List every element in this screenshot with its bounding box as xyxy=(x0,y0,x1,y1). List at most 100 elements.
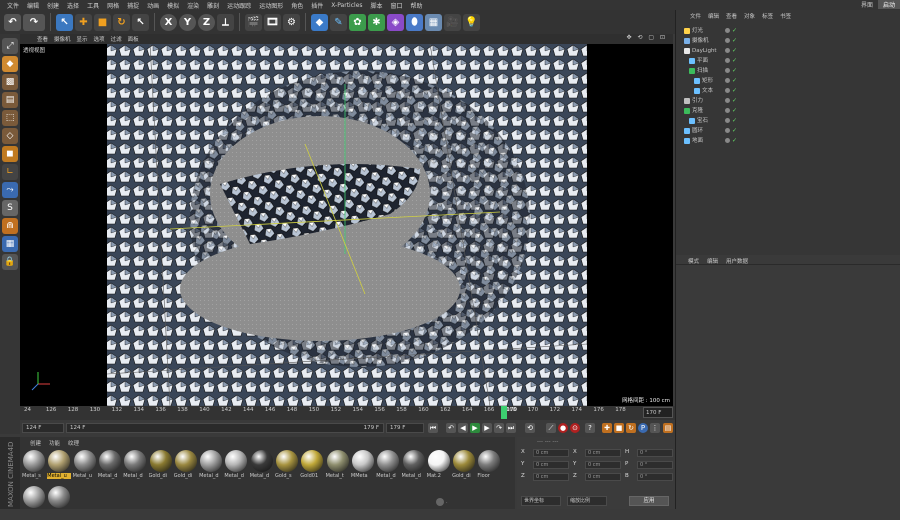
go-to-start-icon[interactable]: ⏮ xyxy=(428,423,438,433)
menu-item[interactable]: 网格 xyxy=(103,1,123,10)
play-icon[interactable]: ▶ xyxy=(470,423,480,433)
coord-value-field[interactable]: 0 cm xyxy=(533,473,569,481)
end-frame-field[interactable]: 179 F xyxy=(386,423,424,433)
visibility-dot-icon[interactable] xyxy=(725,38,730,43)
menu-item[interactable]: 运动图形 xyxy=(255,1,287,10)
key-pla-icon[interactable]: ⋮ xyxy=(650,423,660,433)
material-swatch[interactable]: Mat.2 xyxy=(427,450,451,484)
visibility-dot-icon[interactable] xyxy=(725,98,730,103)
enabled-check-icon[interactable]: ✓ xyxy=(732,66,737,76)
menu-item[interactable]: 渲染 xyxy=(183,1,203,10)
current-frame-field[interactable]: 170 F xyxy=(643,407,673,418)
visibility-dot-icon[interactable] xyxy=(725,118,730,123)
render-settings-icon[interactable]: ⚙ xyxy=(283,13,300,31)
object-row[interactable]: 平面 ✓ xyxy=(676,56,900,66)
material-swatch[interactable]: Metal_u xyxy=(47,450,72,484)
menu-item[interactable]: 捕捉 xyxy=(123,1,143,10)
menu-item[interactable]: 帮助 xyxy=(407,1,427,10)
record-icon[interactable]: ● xyxy=(558,423,568,433)
object-name[interactable]: 宝石 xyxy=(697,116,708,126)
material-swatch[interactable]: Floor xyxy=(477,450,501,484)
make-editable-icon[interactable]: ⤢ xyxy=(2,38,18,54)
material-swatch[interactable]: Metal_d xyxy=(123,450,147,484)
start-frame-field[interactable]: 124 F xyxy=(22,423,64,433)
render-picture-viewer-icon[interactable]: 🎞 xyxy=(264,13,281,31)
viewport-menu-item[interactable]: 过滤 xyxy=(108,35,125,43)
enabled-check-icon[interactable]: ✓ xyxy=(732,56,737,66)
keyframe-selection-icon[interactable]: ⟋ xyxy=(546,423,556,433)
timeline-window-icon[interactable]: ▤ xyxy=(663,423,673,433)
material-swatch[interactable] xyxy=(47,486,71,520)
enabled-check-icon[interactable]: ✓ xyxy=(732,116,737,126)
menu-item[interactable]: 雕刻 xyxy=(203,1,223,10)
object-name[interactable]: 文本 xyxy=(702,86,713,96)
menu-item[interactable]: X-Particles xyxy=(327,2,366,9)
menu-item[interactable]: 创建 xyxy=(43,1,63,10)
object-name[interactable]: 灯光 xyxy=(692,26,703,36)
material-swatch[interactable]: Gold01 xyxy=(300,450,324,484)
material-menu-item[interactable]: 纹理 xyxy=(68,439,79,447)
viewport-menu-item[interactable]: 面板 xyxy=(125,35,142,43)
coord-value-field[interactable]: 0 cm xyxy=(585,461,621,469)
next-key-icon[interactable]: ↷ xyxy=(494,423,504,433)
edges-mode-icon[interactable]: ◇ xyxy=(2,128,18,144)
enabled-check-icon[interactable]: ✓ xyxy=(732,76,737,86)
object-row[interactable]: 克隆 ✓ xyxy=(676,106,900,116)
visibility-dot-icon[interactable] xyxy=(725,78,730,83)
redo-icon[interactable]: ↷ xyxy=(23,13,45,31)
floor-icon[interactable]: ▦ xyxy=(425,13,442,31)
coord-value-field[interactable]: 0 ° xyxy=(637,449,673,457)
cloner-icon[interactable]: ✱ xyxy=(368,13,385,31)
material-swatch[interactable]: Metal_d xyxy=(224,450,248,484)
polygons-mode-icon[interactable]: ◼ xyxy=(2,146,18,162)
key-position-icon[interactable]: ✚ xyxy=(602,423,612,433)
material-swatch[interactable]: Gold_s xyxy=(275,450,299,484)
enabled-check-icon[interactable]: ✓ xyxy=(732,46,737,56)
object-menu-item[interactable]: 书签 xyxy=(780,12,791,21)
material-swatch[interactable]: MMeta xyxy=(351,450,375,484)
object-name[interactable]: DayLight xyxy=(692,46,717,56)
move-tool-icon[interactable]: ✚ xyxy=(75,13,92,31)
object-name[interactable]: 克隆 xyxy=(692,106,703,116)
visibility-dot-icon[interactable] xyxy=(725,48,730,53)
scene-icon[interactable]: ⬮ xyxy=(406,13,423,31)
workplane-icon[interactable]: ▤ xyxy=(2,92,18,108)
enabled-check-icon[interactable]: ✓ xyxy=(732,106,737,116)
range-slider[interactable]: 124 F 179 F xyxy=(66,423,384,433)
key-help-icon[interactable]: ? xyxy=(585,423,595,433)
attribute-menu-item[interactable]: 用户数据 xyxy=(726,257,748,265)
object-row[interactable]: DayLight ✓ xyxy=(676,46,900,56)
object-name[interactable]: 地面 xyxy=(692,136,703,146)
visibility-dot-icon[interactable] xyxy=(725,58,730,63)
key-parameter-icon[interactable]: P xyxy=(638,423,648,433)
object-row[interactable]: 引力 ✓ xyxy=(676,96,900,106)
material-swatch[interactable] xyxy=(22,486,46,520)
object-menu-item[interactable]: 文件 xyxy=(690,12,701,21)
loop-icon[interactable]: ⟲ xyxy=(525,423,535,433)
apply-button[interactable]: 应用 xyxy=(629,496,669,506)
material-swatch[interactable]: Metal_d xyxy=(250,450,274,484)
layout-tab[interactable]: 界面 xyxy=(856,0,878,9)
scale-tool-icon[interactable]: ■ xyxy=(94,13,111,31)
viewport-menu-item[interactable]: 查看 xyxy=(34,35,51,43)
menu-item[interactable]: 模拟 xyxy=(163,1,183,10)
material-swatch[interactable]: Gold_di xyxy=(149,450,173,484)
material-swatch[interactable]: Metal_d xyxy=(402,450,426,484)
object-menu-item[interactable]: 查看 xyxy=(726,12,737,21)
material-swatch[interactable]: Gold_di xyxy=(174,450,198,484)
object-row[interactable]: 圆环 ✓ xyxy=(676,126,900,136)
coord-value-field[interactable]: 0 ° xyxy=(637,461,673,469)
object-row[interactable]: 宝石 ✓ xyxy=(676,116,900,126)
menu-item[interactable]: 窗口 xyxy=(387,1,407,10)
layout-tab[interactable]: 启动 xyxy=(877,0,900,9)
timeline-ruler[interactable]: 24 126 128 130 132 134 136 138 140 142 144 146 148 15… xyxy=(20,406,675,420)
menu-item[interactable]: 插件 xyxy=(307,1,327,10)
live-select-icon[interactable]: ↖ xyxy=(132,13,149,31)
x-axis-icon[interactable]: X xyxy=(160,13,177,31)
coord-value-field[interactable]: 0 cm xyxy=(585,449,621,457)
cube-icon[interactable]: ◆ xyxy=(311,13,328,31)
coord-mode-select[interactable]: 世界坐标 xyxy=(521,496,561,506)
menu-item[interactable]: 动画 xyxy=(143,1,163,10)
visibility-dot-icon[interactable] xyxy=(725,68,730,73)
enabled-check-icon[interactable]: ✓ xyxy=(732,36,737,46)
